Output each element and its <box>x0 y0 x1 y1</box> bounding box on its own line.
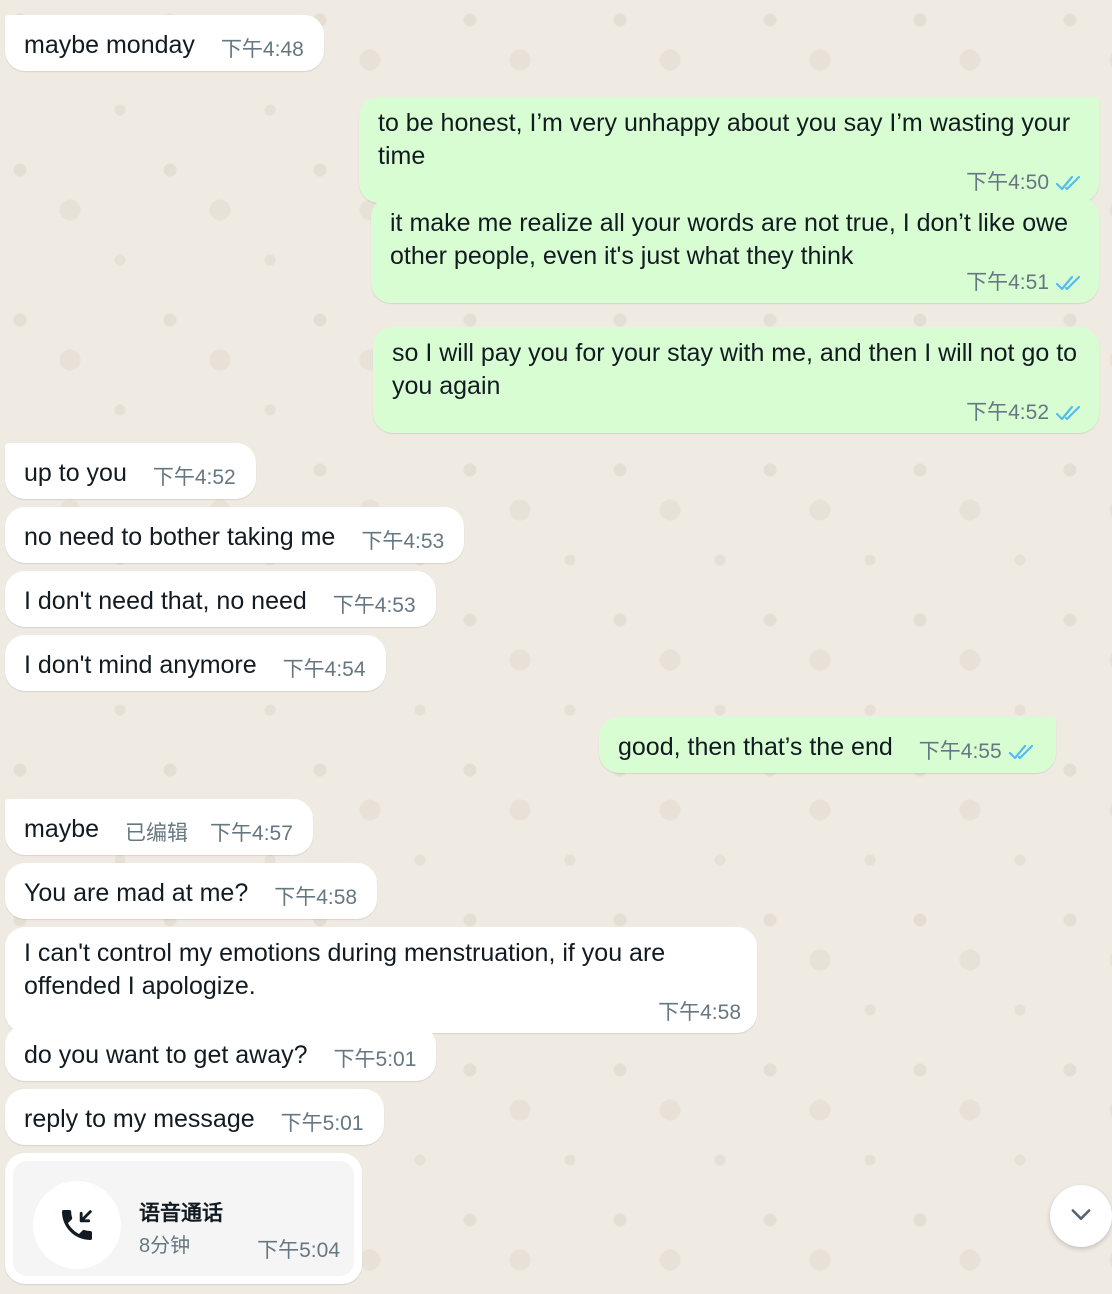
message-text: You are mad at me? <box>24 879 249 907</box>
double-check-icon <box>1055 274 1083 292</box>
message-time: 下午5:04 <box>257 1239 340 1262</box>
message-text: I don't need that, no need <box>24 587 307 615</box>
message-meta: 下午5:01 <box>281 1112 364 1136</box>
message-outgoing[interactable]: it make me realize all your words are no… <box>371 197 1099 303</box>
message-incoming[interactable]: I don't need that, no need 下午4:53 <box>5 571 436 627</box>
message-text: do you want to get away? <box>24 1041 308 1069</box>
double-check-icon <box>1055 174 1083 192</box>
scroll-to-bottom-button[interactable] <box>1050 1185 1112 1247</box>
message-meta: 下午4:53 <box>361 530 444 554</box>
message-meta: 已编辑 下午4:57 <box>125 822 293 846</box>
double-check-icon <box>1008 743 1036 761</box>
message-incoming[interactable]: maybe monday 下午4:48 <box>5 15 324 71</box>
message-meta: 下午4:54 <box>283 658 366 682</box>
message-text: maybe <box>24 815 100 843</box>
voice-call-card[interactable]: 语音通话 8分钟 下午5:04 <box>5 1153 362 1284</box>
message-incoming[interactable]: maybe 已编辑 下午4:57 <box>5 799 313 855</box>
message-time: 下午4:52 <box>152 466 236 489</box>
message-meta: 下午4:50 <box>378 171 1083 195</box>
message-time: 下午4:52 <box>966 401 1049 424</box>
message-time: 下午4:57 <box>210 822 293 845</box>
message-time: 下午4:48 <box>220 38 304 61</box>
message-text: it make me realize all your words are no… <box>390 209 1069 270</box>
message-meta: 下午4:58 <box>24 1001 741 1025</box>
message-text: to be honest, I’m very unhappy about you… <box>378 109 1071 170</box>
chevron-down-icon <box>1067 1200 1095 1233</box>
message-incoming[interactable]: up to you 下午4:52 <box>5 443 256 499</box>
message-incoming[interactable]: I can't control my emotions during menst… <box>5 927 757 1033</box>
edited-label: 已编辑 <box>125 822 189 845</box>
message-outgoing[interactable]: so I will pay you for your stay with me,… <box>373 327 1099 433</box>
message-incoming[interactable]: You are mad at me? 下午4:58 <box>5 863 378 919</box>
message-time: 下午4:55 <box>918 740 1002 763</box>
message-time: 下午4:53 <box>361 530 445 553</box>
message-outgoing[interactable]: good, then that’s the end 下午4:55 <box>599 717 1056 773</box>
message-incoming[interactable]: do you want to get away? 下午5:01 <box>5 1025 437 1081</box>
message-time: 下午4:53 <box>332 594 416 617</box>
message-outgoing[interactable]: to be honest, I’m very unhappy about you… <box>359 97 1099 203</box>
message-text: good, then that’s the end <box>618 733 893 761</box>
message-meta: 下午4:52 <box>153 466 236 490</box>
message-meta: 下午4:55 <box>919 740 1036 764</box>
message-meta: 下午4:52 <box>392 401 1083 425</box>
message-meta: 下午4:48 <box>221 38 304 62</box>
message-time: 下午4:58 <box>274 886 358 909</box>
call-title: 语音通话 <box>139 1202 223 1225</box>
double-check-icon <box>1055 404 1083 422</box>
message-meta: 下午4:51 <box>390 271 1083 295</box>
message-meta: 下午5:01 <box>334 1048 417 1072</box>
incoming-call-icon <box>33 1181 121 1269</box>
message-time: 下午4:54 <box>282 658 366 681</box>
call-duration: 8分钟 <box>139 1235 191 1257</box>
message-time: 下午4:58 <box>658 1001 741 1024</box>
message-time: 下午4:51 <box>966 271 1049 294</box>
message-text: no need to bother taking me <box>24 523 336 551</box>
message-text: I don't mind anymore <box>24 651 257 679</box>
message-meta: 下午4:58 <box>274 886 357 910</box>
message-text: reply to my message <box>24 1105 255 1133</box>
message-time: 下午5:01 <box>280 1112 364 1135</box>
message-time: 下午5:01 <box>333 1048 417 1071</box>
message-time: 下午4:50 <box>966 171 1049 194</box>
voice-call-inner: 语音通话 8分钟 下午5:04 <box>13 1161 354 1276</box>
message-text: up to you <box>24 459 127 487</box>
message-incoming[interactable]: no need to bother taking me 下午4:53 <box>5 507 465 563</box>
message-incoming[interactable]: I don't mind anymore 下午4:54 <box>5 635 386 691</box>
message-text: so I will pay you for your stay with me,… <box>392 339 1078 400</box>
message-meta: 下午4:53 <box>333 594 416 618</box>
message-text: maybe monday <box>24 31 195 59</box>
message-incoming[interactable]: reply to my message 下午5:01 <box>5 1089 384 1145</box>
message-text: I can't control my emotions during menst… <box>24 939 666 1000</box>
